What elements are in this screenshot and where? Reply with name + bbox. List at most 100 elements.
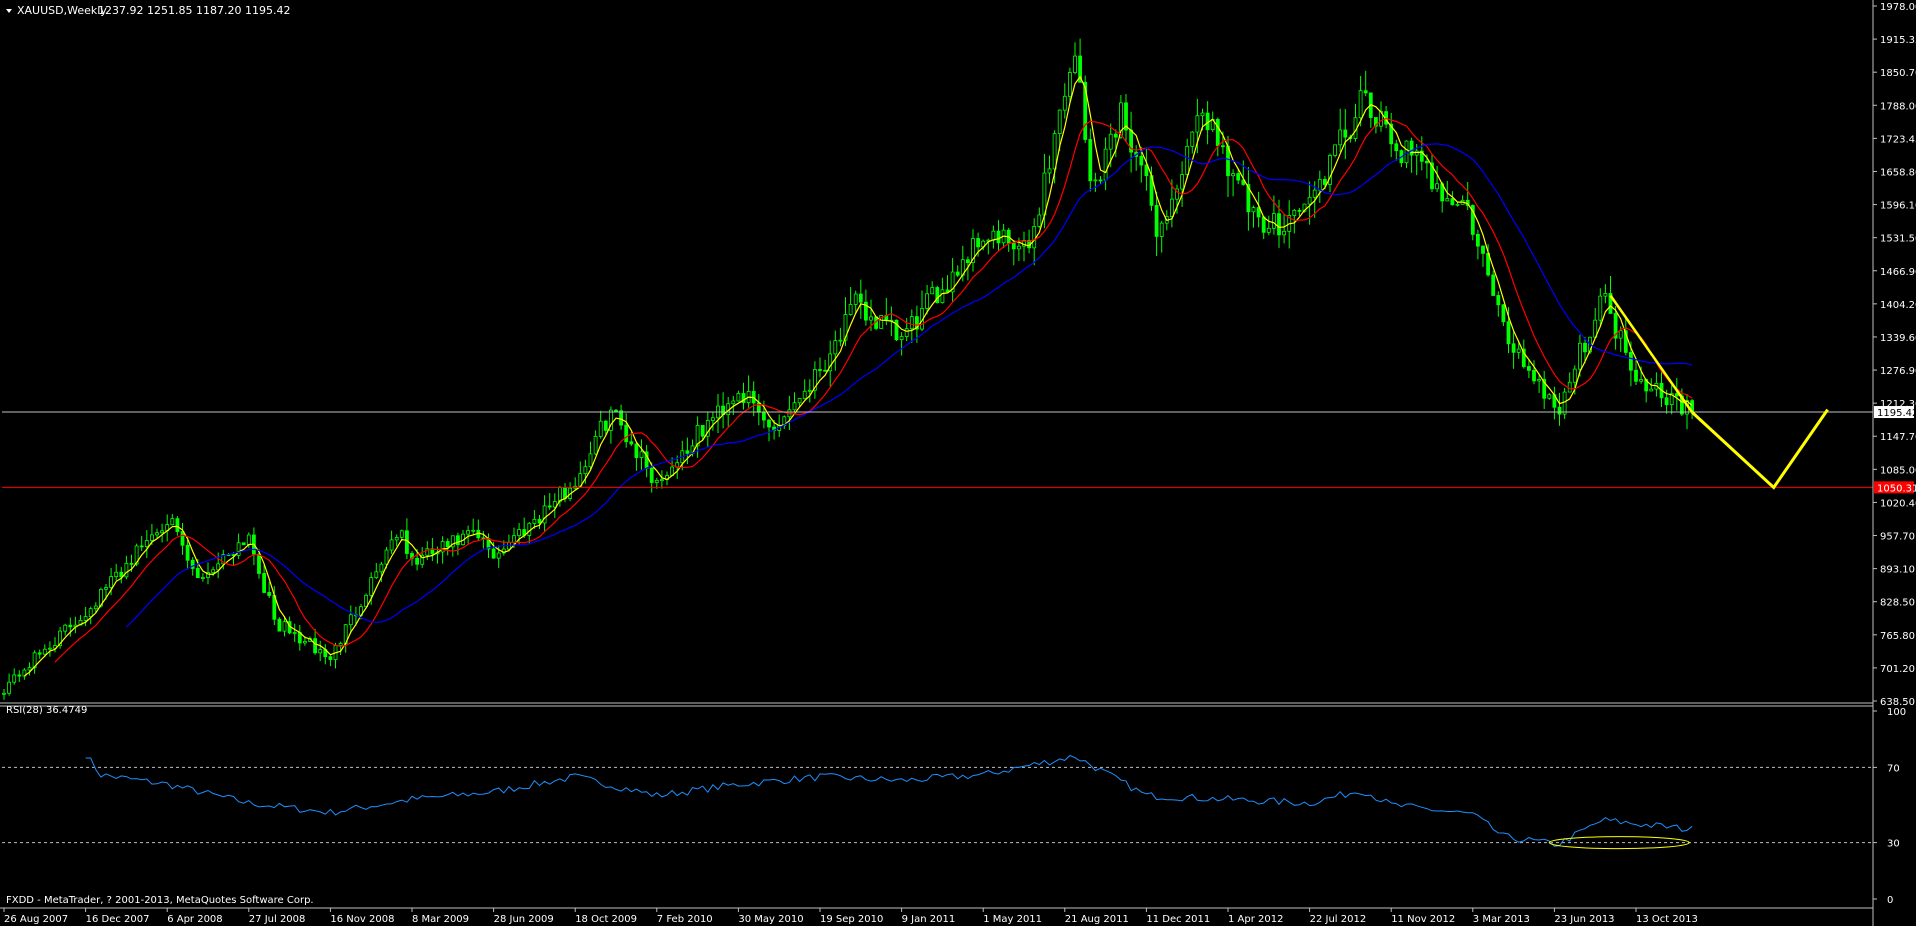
candle bbox=[894, 319, 899, 342]
candle bbox=[935, 285, 940, 304]
candle-body bbox=[1057, 109, 1062, 135]
candle-body bbox=[63, 624, 68, 632]
candle-body bbox=[583, 466, 588, 475]
candle-body bbox=[1307, 196, 1312, 205]
candle-body bbox=[27, 667, 32, 671]
candle-body bbox=[838, 339, 843, 342]
candle-body bbox=[904, 328, 909, 337]
candle-body bbox=[792, 402, 797, 411]
date-tick-label: 1 May 2011 bbox=[983, 914, 1042, 925]
candle-body bbox=[1338, 129, 1343, 146]
candle-body bbox=[155, 532, 159, 536]
candle-body bbox=[1113, 133, 1118, 138]
candle-body bbox=[1037, 214, 1042, 227]
candle-body bbox=[1358, 90, 1363, 119]
candle-body bbox=[598, 420, 603, 437]
candle-body bbox=[736, 393, 741, 402]
candle-body bbox=[940, 289, 945, 304]
candle-body bbox=[1251, 207, 1256, 213]
candle-body bbox=[1583, 342, 1587, 353]
candle-body bbox=[139, 545, 144, 548]
candle-body bbox=[466, 530, 471, 535]
candle-body bbox=[93, 605, 98, 610]
candle-body bbox=[1231, 173, 1235, 177]
candle-body bbox=[1664, 397, 1669, 405]
candle-body bbox=[1272, 213, 1276, 229]
date-tick-label: 22 Jul 2012 bbox=[1310, 914, 1367, 925]
candle-body bbox=[1572, 368, 1577, 383]
copyright-footer: FXDD - MetaTrader, ? 2001-2013, MetaQuot… bbox=[6, 895, 314, 906]
candle-body bbox=[807, 389, 812, 392]
candle-body bbox=[1047, 168, 1052, 174]
candle-body bbox=[348, 614, 353, 626]
candle-body bbox=[1297, 209, 1302, 212]
candle-body bbox=[1476, 233, 1480, 247]
candle-body bbox=[2, 692, 6, 695]
candle-body bbox=[1068, 72, 1072, 97]
candle-body bbox=[1618, 330, 1623, 339]
candle-body bbox=[1108, 133, 1113, 150]
price-tick-label: 1915.35 bbox=[1880, 35, 1916, 46]
candle-body bbox=[1511, 343, 1516, 353]
candle-body bbox=[1404, 140, 1409, 164]
candle-body bbox=[1649, 388, 1654, 392]
candle-body bbox=[374, 571, 379, 578]
price-tick-label: 893.10 bbox=[1880, 565, 1915, 576]
rsi-tick-label: 0 bbox=[1887, 895, 1893, 906]
candle-body bbox=[267, 592, 272, 596]
candle-body bbox=[858, 293, 863, 303]
price-tick-label: 1723.45 bbox=[1880, 134, 1916, 145]
candle-body bbox=[619, 410, 623, 426]
price-tick-label: 1020.40 bbox=[1880, 498, 1916, 509]
candle-body bbox=[1236, 173, 1241, 181]
candle-body bbox=[1292, 209, 1297, 216]
date-tick-label: 16 Nov 2008 bbox=[330, 914, 394, 925]
candle-body bbox=[129, 562, 134, 565]
candle-body bbox=[195, 568, 200, 579]
candle-body bbox=[12, 674, 17, 683]
candle-body bbox=[1190, 131, 1195, 147]
chart-background bbox=[0, 0, 1916, 926]
candle-body bbox=[1425, 160, 1429, 164]
candle-body bbox=[848, 304, 853, 315]
candle-body bbox=[1639, 379, 1643, 382]
price-tick-label: 1339.60 bbox=[1880, 333, 1916, 344]
candle-body bbox=[802, 390, 807, 399]
candle-body bbox=[37, 652, 42, 655]
candle-body bbox=[1088, 139, 1093, 182]
price-tick-label: 765.80 bbox=[1880, 631, 1915, 642]
candle-body bbox=[1516, 348, 1521, 353]
chart-stage: 1978.00 1915.35 1850.70 1788.00 1723.45 1658.… bbox=[0, 0, 1916, 926]
ohlc-readout: 1237.92 1251.85 1187.20 1195.42 bbox=[98, 4, 290, 17]
candle-body bbox=[185, 544, 190, 561]
candle-body bbox=[379, 563, 384, 573]
candle-body bbox=[1154, 204, 1159, 237]
candle-body bbox=[313, 638, 318, 654]
candle-body bbox=[899, 336, 904, 341]
price-tick-label: 1596.10 bbox=[1880, 201, 1916, 212]
candle bbox=[241, 542, 246, 546]
candle-body bbox=[277, 618, 282, 632]
candle-body bbox=[1629, 352, 1633, 371]
candle-body bbox=[976, 238, 980, 248]
candle-body bbox=[991, 230, 996, 241]
candle-body bbox=[1103, 148, 1108, 181]
price-tick-label: 1276.90 bbox=[1880, 366, 1916, 377]
candle-body bbox=[762, 411, 766, 421]
candle-body bbox=[491, 548, 496, 559]
candle-body bbox=[547, 505, 552, 508]
candle-body bbox=[1017, 245, 1021, 250]
candle-body bbox=[1195, 115, 1200, 133]
date-tick-label: 13 Oct 2013 bbox=[1636, 914, 1698, 925]
candle-body bbox=[512, 535, 516, 543]
candle-body bbox=[68, 624, 73, 628]
candle-body bbox=[200, 577, 205, 579]
candle-body bbox=[1527, 366, 1531, 371]
date-tick-label: 11 Nov 2012 bbox=[1391, 914, 1455, 925]
candle-body bbox=[109, 576, 113, 588]
candle-body bbox=[257, 553, 261, 574]
candle-body bbox=[1491, 274, 1496, 296]
candle-body bbox=[262, 573, 267, 593]
candle-body bbox=[996, 230, 1001, 244]
candle-body bbox=[1073, 55, 1077, 73]
